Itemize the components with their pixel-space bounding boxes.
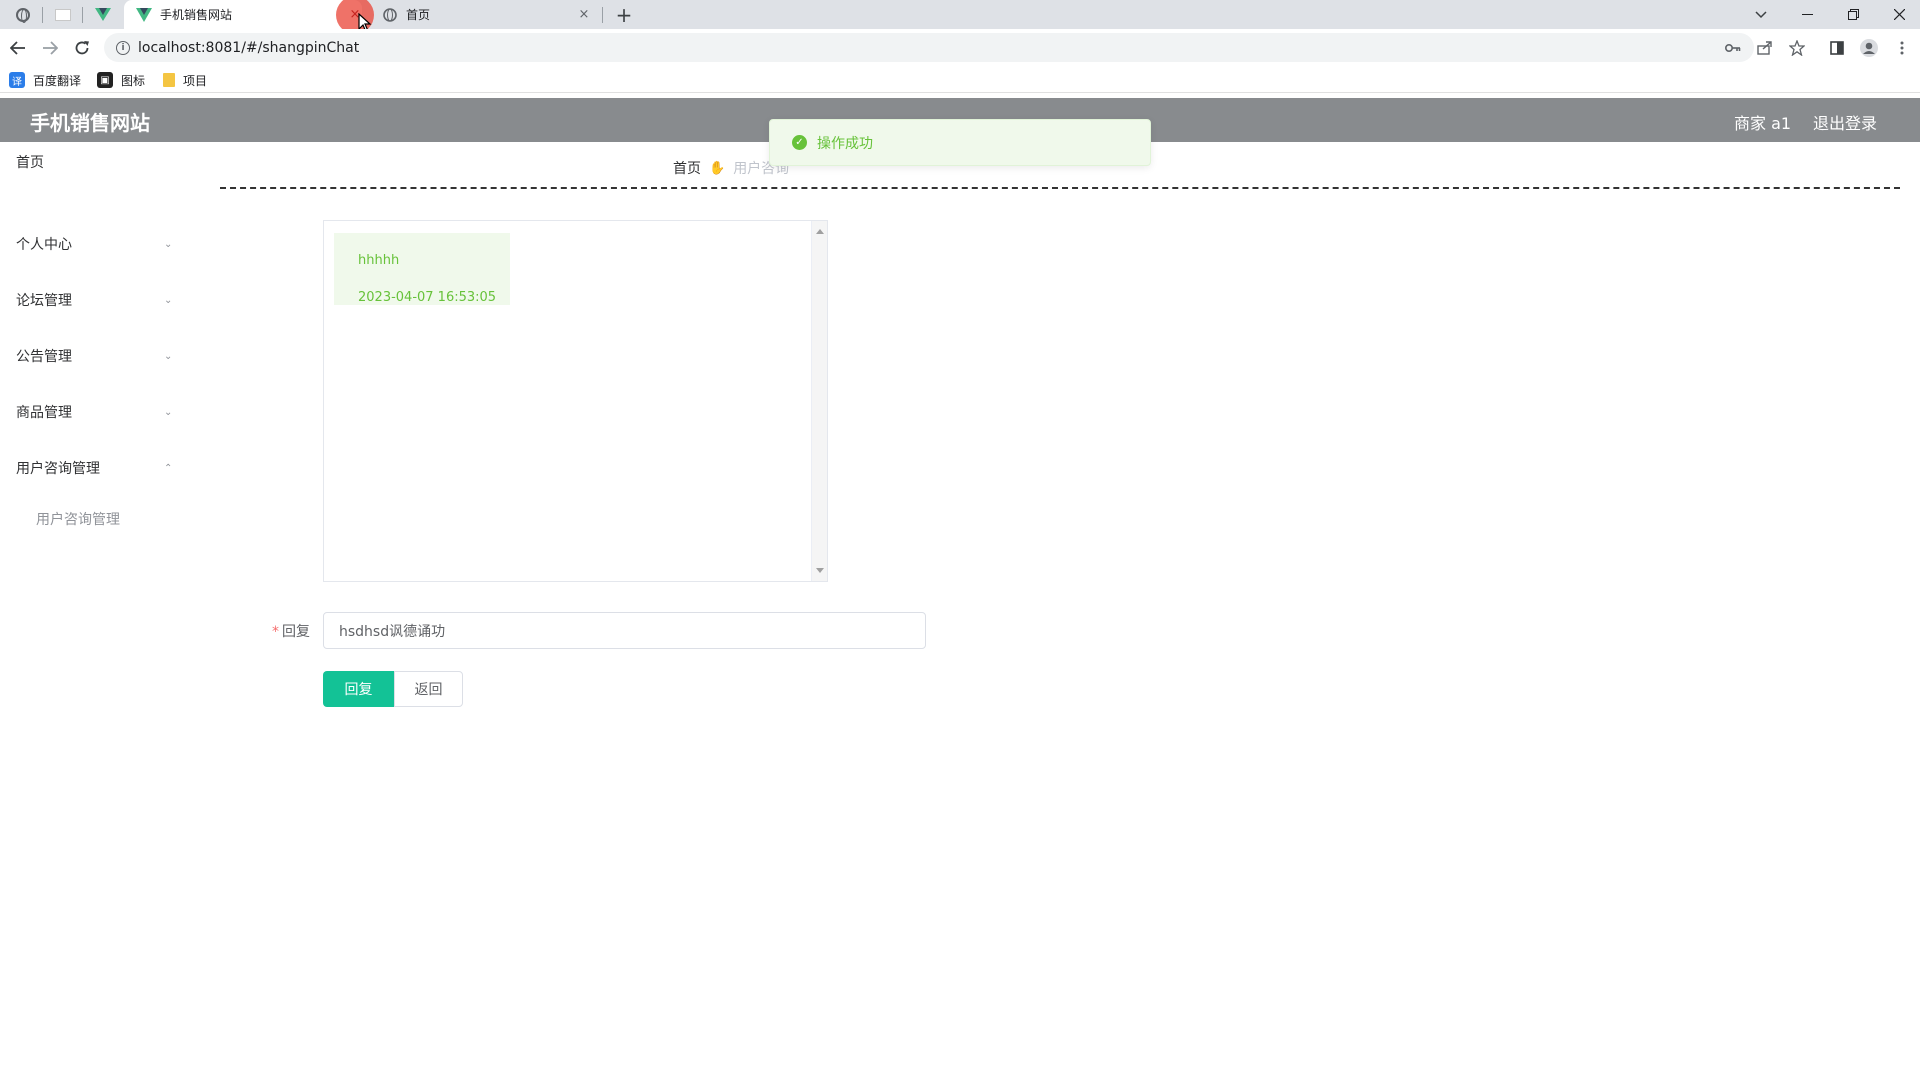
bookmark-icons[interactable]: ▣ 图标 [97, 70, 145, 90]
globe-icon [382, 7, 398, 23]
reply-input[interactable] [323, 612, 926, 649]
breadcrumb-home[interactable]: 首页 [673, 158, 701, 178]
sidebar-item-consultation[interactable]: 用户咨询管理 ⌃ [0, 448, 180, 488]
tab-active[interactable]: 手机销售网站 × [124, 0, 374, 34]
bookmark-label: 图标 [121, 73, 146, 88]
chat-message-time: 2023-04-07 16:53:05 [358, 290, 497, 305]
image-icon: ▣ [97, 72, 113, 88]
tab-separator [602, 7, 603, 23]
chat-message: hhhhh 2023-04-07 16:53:05 [334, 233, 510, 305]
site-title: 手机销售网站 [30, 111, 150, 135]
sidebar-item-personal-center[interactable]: 个人中心 ⌄ [0, 224, 180, 264]
sidebar-item-products[interactable]: 商品管理 ⌄ [0, 392, 180, 432]
reload-icon [75, 41, 89, 55]
blank-page-icon [55, 8, 71, 21]
vue-logo-icon [136, 7, 152, 23]
tab-title: 首页 [406, 8, 431, 22]
forward-button[interactable] [36, 34, 64, 62]
minimize-button[interactable] [1784, 0, 1830, 29]
sidebar-menu: 首页 个人中心 ⌄ 论坛管理 ⌄ 公告管理 ⌄ 商品管理 ⌄ 用户咨询管理 ⌃ … [0, 142, 180, 1072]
scroll-up-icon[interactable] [816, 229, 824, 234]
hand-icon: ✋ [709, 160, 726, 176]
forward-arrow-icon [43, 41, 58, 55]
chat-history-box[interactable]: hhhhh 2023-04-07 16:53:05 [323, 220, 828, 582]
chevron-down-icon: ⌄ [164, 350, 173, 362]
tab-search-icon[interactable] [1738, 0, 1784, 29]
side-panel-icon[interactable] [1823, 34, 1851, 62]
chat-message-text: hhhhh [358, 253, 400, 268]
key-icon[interactable] [1719, 34, 1747, 62]
browser-toolbar: i localhost:8081/#/shangpinChat [0, 29, 1920, 66]
address-bar[interactable]: i localhost:8081/#/shangpinChat [104, 33, 1754, 62]
translate-icon: 译 [9, 72, 25, 88]
pinned-tab-globe[interactable] [6, 0, 40, 29]
tab-separator [42, 7, 43, 23]
pinned-tab-blank[interactable] [46, 0, 80, 29]
scroll-down-icon[interactable] [816, 568, 824, 573]
tab-separator [82, 7, 83, 23]
sidebar-item-label: 论坛管理 [16, 293, 72, 309]
new-tab-button[interactable]: + [612, 3, 636, 27]
sidebar-item-home[interactable]: 首页 [0, 142, 180, 182]
site-info-icon[interactable]: i [116, 40, 130, 55]
vue-logo-icon [95, 8, 111, 21]
reply-button[interactable]: 回复 [323, 671, 394, 707]
profile-avatar-icon[interactable] [1855, 34, 1883, 62]
bookmark-label: 百度翻译 [33, 73, 82, 88]
logout-link[interactable]: 退出登录 [1813, 110, 1877, 134]
globe-icon [16, 7, 30, 23]
close-window-button[interactable] [1876, 0, 1920, 29]
reload-button[interactable] [68, 34, 96, 62]
chevron-up-icon: ⌃ [164, 462, 173, 474]
sidebar-item-label: 公告管理 [16, 349, 72, 365]
current-user: 商家 a1 [1734, 114, 1792, 133]
reply-label-text: 回复 [282, 624, 310, 640]
reply-label: * 回复 [272, 621, 310, 641]
tab-title: 手机销售网站 [160, 8, 233, 22]
browser-tab-strip: 手机销售网站 × 首页 × + [0, 0, 1920, 34]
pinned-tab-vue[interactable] [86, 0, 120, 29]
sidebar-item-notice[interactable]: 公告管理 ⌄ [0, 336, 180, 376]
restore-button[interactable] [1830, 0, 1876, 29]
sidebar-item-label: 个人中心 [16, 237, 72, 253]
share-icon[interactable] [1751, 34, 1779, 62]
toast-message: 操作成功 [817, 135, 873, 152]
bookmark-baidu-translate[interactable]: 译 百度翻译 [9, 70, 81, 90]
chevron-down-icon: ⌄ [164, 294, 173, 306]
sidebar-item-label: 用户咨询管理 [16, 461, 100, 477]
sidebar-subitem-consultation[interactable]: 用户咨询管理 [0, 499, 180, 539]
check-circle-icon: ✓ [792, 135, 807, 150]
bookmarks-bar: 译 百度翻译 ▣ 图标 项目 [0, 66, 1920, 93]
folder-icon [163, 73, 175, 87]
sidebar-item-label: 首页 [16, 155, 44, 171]
tab-close-icon[interactable]: × [576, 7, 592, 23]
sidebar-item-forum[interactable]: 论坛管理 ⌄ [0, 280, 180, 320]
divider [220, 187, 1900, 189]
chevron-down-icon: ⌄ [164, 238, 173, 250]
url-text: localhost:8081/#/shangpinChat [138, 39, 360, 56]
chevron-down-icon: ⌄ [164, 406, 173, 418]
bookmark-label: 项目 [183, 73, 208, 88]
bookmark-star-icon[interactable] [1783, 34, 1811, 62]
browser-menu-icon[interactable] [1888, 34, 1916, 62]
required-mark: * [272, 624, 279, 640]
chat-scrollbar[interactable] [811, 221, 827, 581]
bookmark-project-folder[interactable]: 项目 [163, 70, 207, 90]
tab-inactive[interactable]: 首页 × [370, 0, 600, 29]
success-toast: ✓ 操作成功 [769, 119, 1151, 166]
back-button[interactable] [4, 34, 32, 62]
back-arrow-icon [10, 41, 25, 55]
back-button[interactable]: 返回 [394, 671, 463, 707]
sidebar-subitem-label: 用户咨询管理 [36, 512, 120, 528]
sidebar-item-label: 商品管理 [16, 405, 72, 421]
